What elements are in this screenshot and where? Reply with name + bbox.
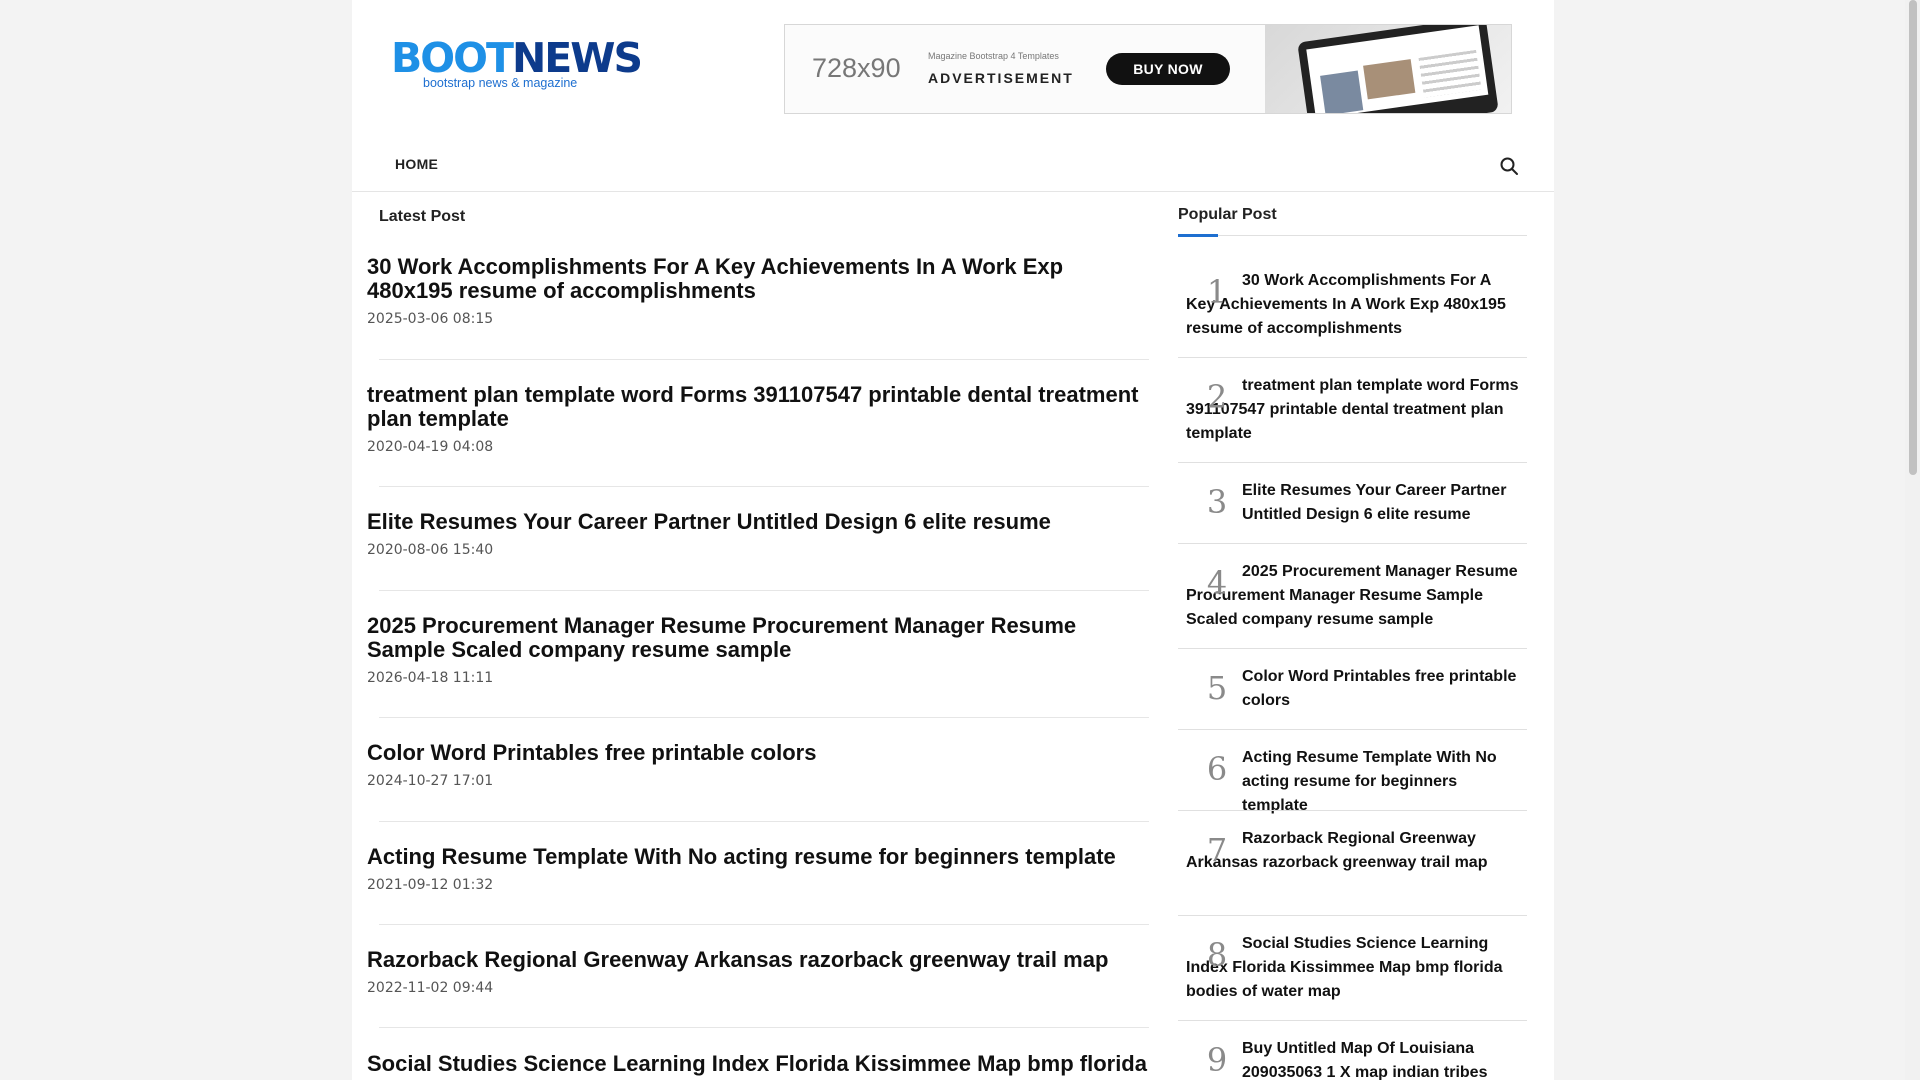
post-date: 2022-11-02 09:44 <box>367 980 494 996</box>
nav-home[interactable]: HOME <box>395 156 438 172</box>
popular-item: 6 Acting Resume Template With No acting … <box>1186 746 1520 818</box>
popular-title-link[interactable]: Acting Resume Template With No acting re… <box>1186 746 1520 818</box>
tablet-mockup <box>1297 25 1499 113</box>
page-scrollbar[interactable] <box>1905 0 1920 1080</box>
scrollbar-thumb[interactable] <box>1909 0 1917 475</box>
popular-item: 4 2025 Procurement Manager Resume Procur… <box>1186 560 1520 632</box>
heading-underline <box>1178 235 1527 236</box>
ad-label: ADVERTISEMENT <box>928 70 1074 86</box>
divider <box>379 590 1149 591</box>
popular-rank: 3 <box>1206 483 1228 521</box>
latest-post-heading: Latest Post <box>379 208 466 225</box>
popular-item: 5 Color Word Printables free printable c… <box>1186 665 1520 713</box>
popular-item: 8 Social Studies Science Learning Index … <box>1186 932 1520 1004</box>
post-title-link[interactable]: Razorback Regional Greenway Arkansas raz… <box>367 948 1149 972</box>
popular-title-link[interactable]: treatment plan template word Forms 39110… <box>1186 374 1520 446</box>
divider <box>1178 1020 1527 1021</box>
post-item: Razorback Regional Greenway Arkansas raz… <box>367 948 1149 997</box>
popular-rank: 6 <box>1206 750 1228 788</box>
post-date: 2021-09-12 01:32 <box>367 877 494 893</box>
post-date: 2024-10-27 17:01 <box>367 773 494 789</box>
logo-wordmark: BOOTNEWS <box>391 34 643 82</box>
main-nav: HOME <box>352 134 1554 192</box>
divider <box>1178 729 1527 730</box>
popular-title-link[interactable]: 30 Work Accomplishments For A Key Achiev… <box>1186 269 1520 341</box>
popular-item: 7 Razorback Regional Greenway Arkansas r… <box>1186 827 1520 875</box>
post-item: 2025 Procurement Manager Resume Procurem… <box>367 614 1149 687</box>
mock-text-lines <box>1418 49 1482 98</box>
popular-rank: 1 <box>1206 273 1228 311</box>
ad-device-image <box>1265 25 1511 113</box>
popular-title-link[interactable]: Social Studies Science Learning Index Fl… <box>1186 932 1520 1004</box>
post-date: 2025-03-06 08:15 <box>367 311 494 327</box>
post-item: Color Word Printables free printable col… <box>367 741 1149 790</box>
popular-item: 2 treatment plan template word Forms 391… <box>1186 374 1520 446</box>
heading-accent <box>1178 234 1218 237</box>
post-title-link[interactable]: treatment plan template word Forms 39110… <box>367 383 1149 431</box>
post-title-link[interactable]: 2025 Procurement Manager Resume Procurem… <box>367 614 1149 662</box>
post-item: 30 Work Accomplishments For A Key Achiev… <box>367 255 1149 328</box>
mock-image <box>1320 70 1364 113</box>
divider <box>1178 915 1527 916</box>
divider <box>1178 462 1527 463</box>
popular-item: 3 Elite Resumes Your Career Partner Unti… <box>1186 479 1520 527</box>
popular-item: 9 Buy Untitled Map Of Louisiana 20903506… <box>1186 1037 1520 1080</box>
post-item: Elite Resumes Your Career Partner Untitl… <box>367 510 1149 559</box>
popular-item: 1 30 Work Accomplishments For A Key Achi… <box>1186 269 1520 341</box>
ad-subtext: Magazine Bootstrap 4 Templates <box>928 51 1059 61</box>
popular-title-link[interactable]: Color Word Printables free printable col… <box>1186 665 1520 713</box>
post-date: 2026-04-18 11:11 <box>367 670 494 686</box>
logo-boot: BOOT <box>391 34 514 82</box>
tablet-screen <box>1306 25 1489 113</box>
post-title-link[interactable]: Social Studies Science Learning Index Fl… <box>367 1052 1149 1076</box>
popular-rank: 2 <box>1206 378 1228 416</box>
post-item: Acting Resume Template With No acting re… <box>367 845 1149 894</box>
post-item: Social Studies Science Learning Index Fl… <box>367 1052 1149 1076</box>
post-title-link[interactable]: Acting Resume Template With No acting re… <box>367 845 1149 869</box>
divider <box>379 717 1149 718</box>
post-date: 2020-08-06 15:40 <box>367 542 494 558</box>
advertisement-banner[interactable]: 728x90 Magazine Bootstrap 4 Templates AD… <box>784 24 1512 114</box>
popular-title-link[interactable]: 2025 Procurement Manager Resume Procurem… <box>1186 560 1520 632</box>
divider <box>1178 810 1527 811</box>
buy-now-button[interactable]: BUY NOW <box>1106 53 1230 85</box>
divider <box>379 486 1149 487</box>
search-icon[interactable] <box>1499 156 1519 176</box>
popular-rank: 5 <box>1206 669 1228 707</box>
divider <box>379 1027 1149 1028</box>
logo-tagline: bootstrap news & magazine <box>423 76 578 90</box>
popular-title-link[interactable]: Razorback Regional Greenway Arkansas raz… <box>1186 827 1520 875</box>
post-title-link[interactable]: 30 Work Accomplishments For A Key Achiev… <box>367 255 1149 303</box>
post-item: treatment plan template word Forms 39110… <box>367 383 1149 456</box>
popular-title-link[interactable]: Elite Resumes Your Career Partner Untitl… <box>1186 479 1520 527</box>
popular-post-heading: Popular Post <box>1178 206 1277 223</box>
divider <box>379 924 1149 925</box>
popular-title-link[interactable]: Buy Untitled Map Of Louisiana 209035063 … <box>1186 1037 1520 1080</box>
popular-rank: 7 <box>1206 831 1228 869</box>
site-logo[interactable]: BOOTNEWS bootstrap news & magazine <box>391 34 643 96</box>
divider <box>379 821 1149 822</box>
post-date: 2020-04-19 04:08 <box>367 439 494 455</box>
post-title-link[interactable]: Color Word Printables free printable col… <box>367 741 1149 765</box>
popular-rank: 9 <box>1206 1041 1228 1079</box>
post-title-link[interactable]: Elite Resumes Your Career Partner Untitl… <box>367 510 1149 534</box>
divider <box>1178 543 1527 544</box>
popular-rank: 4 <box>1206 564 1228 602</box>
popular-rank: 8 <box>1206 936 1228 974</box>
mock-image <box>1363 59 1416 100</box>
divider <box>1178 648 1527 649</box>
page: BOOTNEWS bootstrap news & magazine 728x9… <box>352 0 1554 1080</box>
divider <box>1178 357 1527 358</box>
logo-news: NEWS <box>511 34 643 82</box>
ad-size: 728x90 <box>812 53 901 83</box>
divider <box>379 359 1149 360</box>
